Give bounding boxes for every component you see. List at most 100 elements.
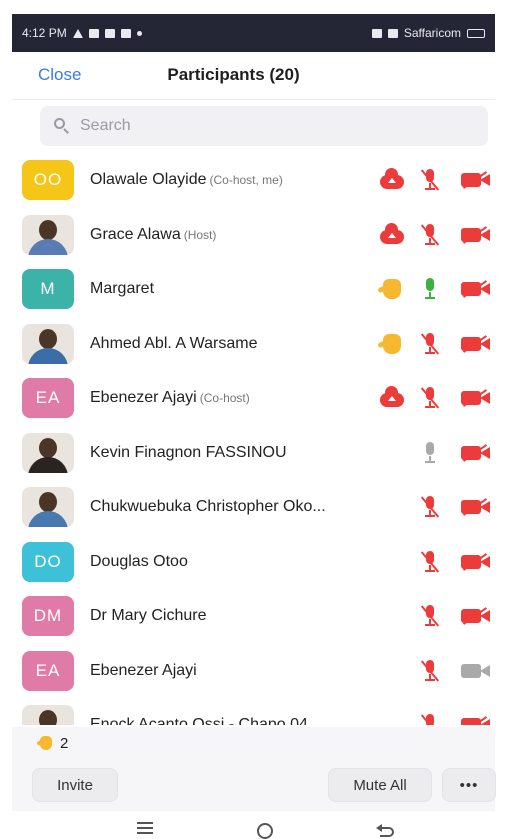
participant-row[interactable]: Enock Acanto Ossi - Chapo 04 bbox=[12, 698, 495, 725]
search-bar[interactable] bbox=[40, 106, 488, 146]
participant-role: (Co-host) bbox=[199, 391, 250, 406]
participant-status-icons bbox=[373, 168, 495, 192]
mute-all-button[interactable]: Mute All bbox=[328, 768, 432, 802]
participant-status-icons bbox=[411, 495, 495, 519]
participant-name-text: Olawale Olayide bbox=[90, 171, 207, 189]
more-button[interactable]: ••• bbox=[442, 768, 496, 802]
bottom-action-bar: Invite Mute All ••• bbox=[12, 759, 496, 811]
page-title: Participants (20) bbox=[167, 65, 300, 84]
video-off-icon[interactable] bbox=[461, 716, 491, 725]
participant-name: Kevin Finagnon FASSINOU bbox=[90, 444, 287, 462]
home-icon[interactable] bbox=[250, 819, 280, 839]
participant-name-text: Dr Mary Cichure bbox=[90, 607, 207, 625]
participant-row[interactable]: DO Douglas Otoo bbox=[12, 535, 495, 590]
mic-icon[interactable] bbox=[420, 278, 440, 300]
video-off-icon[interactable] bbox=[461, 171, 491, 190]
participant-name: Douglas Otoo bbox=[90, 553, 188, 571]
participant-name-text: Douglas Otoo bbox=[90, 552, 188, 570]
raised-hands-count: 2 bbox=[60, 734, 69, 752]
participant-name: Enock Acanto Ossi - Chapo 04 bbox=[90, 716, 308, 725]
participant-name-text: Margaret bbox=[90, 280, 155, 298]
participant-status-icons bbox=[411, 604, 495, 628]
warning-icon bbox=[72, 28, 83, 38]
mic-muted-icon[interactable] bbox=[420, 550, 440, 573]
avatar: EA bbox=[22, 378, 74, 419]
vibrate-icon bbox=[371, 28, 382, 38]
participant-name-text: Grace Alawa bbox=[90, 225, 181, 243]
participant-name-text: Kevin Finagnon FASSINOU bbox=[90, 443, 287, 461]
participant-name-text: Enock Acanto Ossi - Chapo 04 bbox=[90, 716, 308, 725]
participant-row[interactable]: DM Dr Mary Cichure bbox=[12, 589, 495, 644]
gmail-icon bbox=[88, 28, 99, 38]
status-bar: 4:12 PM Saffaricom bbox=[12, 14, 495, 52]
participant-status-icons bbox=[373, 386, 495, 410]
participant-row[interactable]: EA Ebenezer Ajayi bbox=[12, 644, 495, 699]
participant-name: Ebenezer Ajayi bbox=[90, 662, 197, 680]
participant-status-icons bbox=[373, 332, 495, 356]
video-off-icon[interactable] bbox=[461, 389, 491, 408]
avatar bbox=[22, 432, 74, 473]
video-icon[interactable] bbox=[461, 662, 491, 680]
mic-muted-icon[interactable] bbox=[420, 496, 440, 518]
video-off-icon[interactable] bbox=[461, 607, 491, 626]
mic-muted-icon[interactable] bbox=[420, 714, 440, 725]
participant-status-icons bbox=[411, 441, 495, 465]
participant-row[interactable]: Chukwuebuka Christopher Oko... bbox=[12, 480, 495, 535]
carrier-text: Saffaricom bbox=[403, 26, 461, 40]
battery-icon bbox=[467, 28, 485, 38]
status-bar-right: Saffaricom bbox=[371, 26, 485, 40]
mic-icon[interactable] bbox=[420, 441, 440, 464]
message-icon bbox=[104, 28, 115, 38]
status-time: 4:12 PM bbox=[22, 26, 67, 40]
avatar: OO bbox=[22, 160, 74, 201]
participant-name: Dr Mary Cichure bbox=[90, 607, 206, 625]
raised-hand-icon bbox=[383, 279, 401, 300]
invite-button[interactable]: Invite bbox=[32, 768, 118, 802]
participant-row[interactable]: Grace Alawa (Host) bbox=[12, 208, 495, 263]
participant-row[interactable]: EA Ebenezer Ajayi (Co-host) bbox=[12, 371, 495, 426]
mic-muted-icon[interactable] bbox=[420, 659, 440, 682]
participant-status-icons bbox=[411, 550, 495, 574]
avatar bbox=[22, 323, 74, 364]
cloud-record-icon bbox=[380, 386, 404, 408]
header: Close Participants (20) bbox=[12, 52, 495, 100]
raised-hands-summary: 2 bbox=[12, 727, 495, 759]
dot-icon bbox=[136, 30, 142, 36]
video-off-icon[interactable] bbox=[461, 443, 491, 462]
raised-hand-icon bbox=[40, 736, 52, 750]
search-input[interactable] bbox=[80, 117, 460, 135]
back-icon[interactable] bbox=[372, 819, 402, 839]
mic-muted-icon[interactable] bbox=[420, 332, 440, 355]
mic-muted-icon[interactable] bbox=[420, 605, 440, 627]
avatar: DM bbox=[22, 596, 74, 637]
participant-row[interactable]: OO Olawale Olayide (Co-host, me) bbox=[12, 153, 495, 208]
video-off-icon[interactable] bbox=[461, 498, 491, 517]
whatsapp-icon bbox=[120, 28, 131, 38]
avatar bbox=[22, 214, 74, 255]
mic-muted-icon[interactable] bbox=[420, 387, 440, 409]
participant-status-icons bbox=[373, 277, 495, 301]
cloud-record-icon bbox=[380, 222, 404, 244]
video-off-icon[interactable] bbox=[461, 552, 491, 571]
participant-row[interactable]: Ahmed Abl. A Warsame bbox=[12, 317, 495, 372]
avatar: EA bbox=[22, 650, 74, 691]
participant-row[interactable]: M Margaret bbox=[12, 262, 495, 317]
participant-row[interactable]: Kevin Finagnon FASSINOU bbox=[12, 426, 495, 481]
video-off-icon[interactable] bbox=[461, 334, 491, 353]
mic-muted-icon[interactable] bbox=[420, 169, 440, 191]
video-off-icon[interactable] bbox=[461, 225, 491, 244]
participant-role: (Co-host, me) bbox=[209, 173, 283, 188]
participant-list[interactable]: OO Olawale Olayide (Co-host, me) Grace Alaw… bbox=[12, 153, 495, 725]
avatar bbox=[22, 487, 74, 528]
participant-status-icons bbox=[411, 713, 495, 725]
mic-muted-icon[interactable] bbox=[420, 223, 440, 246]
android-nav-bar bbox=[12, 811, 495, 839]
participant-status-icons bbox=[411, 659, 495, 683]
participant-name: Grace Alawa (Host) bbox=[90, 226, 216, 244]
participant-name-text: Ebenezer Ajayi bbox=[90, 389, 197, 407]
participant-name: Margaret bbox=[90, 280, 154, 298]
participant-name-text: Chukwuebuka Christopher Oko... bbox=[90, 498, 326, 516]
video-off-icon[interactable] bbox=[461, 280, 491, 299]
recent-apps-icon[interactable] bbox=[130, 819, 160, 839]
participant-status-icons bbox=[373, 222, 495, 247]
